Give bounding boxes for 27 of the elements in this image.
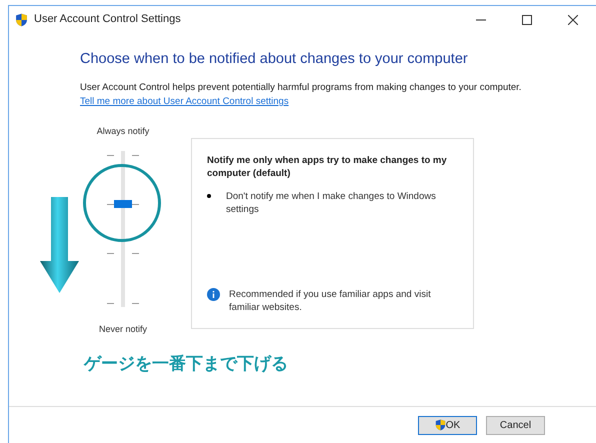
close-icon [568,14,578,24]
dialog-button[interactable]: Cancel [486,416,545,434]
panel-title: Notify me only when apps try to make changes to my computer (default) [207,154,448,180]
help-link[interactable]: Tell me more about User Account Control settings [80,95,289,110]
slider-bottom-label: Never notify [98,322,148,336]
tick-mark [132,302,139,304]
description-text: User Account Control helps prevent potentially harmful programs from making changes to your computer. [80,80,522,95]
page-heading: Choose when to be notified about changes to your computer [80,50,469,69]
tick-mark [107,302,114,304]
bullet-icon [207,194,211,198]
shield-icon [15,12,28,26]
tick-mark [107,204,114,206]
annotation-caption: ゲージを一番下まで下げる [84,353,288,376]
tick-mark [107,154,114,156]
recommendation-text: Recommended if you use familiar apps and visit familiar websites. [229,288,432,314]
tick-mark [107,253,114,254]
tick-mark [132,154,139,156]
window-title: User Account Control Settings [34,12,181,28]
tick-mark [132,204,139,206]
slider-top-label: Always notify [96,125,150,138]
maximize-icon [522,14,532,24]
shield-icon [434,419,446,431]
info-icon [207,288,220,302]
bullet-text: Don't notify me when I make changes to Windows settings [226,190,437,216]
dialog-button[interactable]: OK [418,416,477,434]
slider-thumb[interactable] [114,200,132,208]
tick-mark [132,253,139,254]
